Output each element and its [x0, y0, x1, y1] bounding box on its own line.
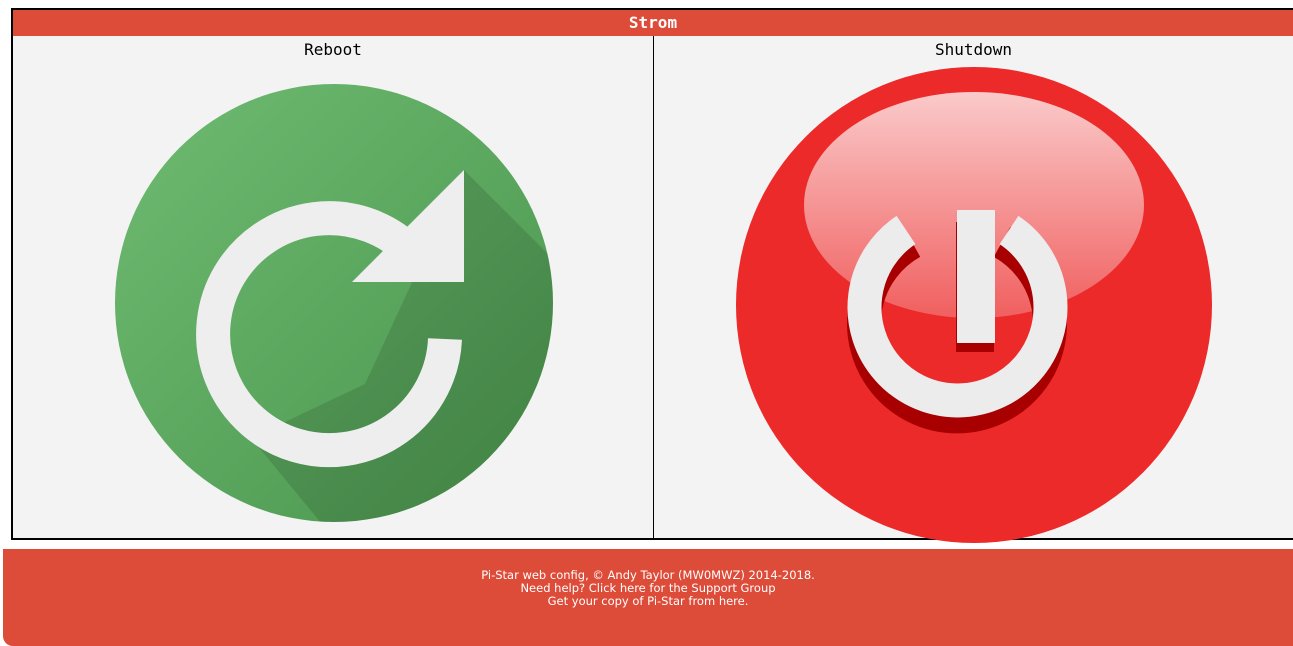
shutdown-column: Shutdown [654, 36, 1293, 543]
reboot-button[interactable] [115, 84, 553, 522]
reboot-label: Reboot [304, 40, 362, 59]
shutdown-button[interactable] [736, 67, 1212, 543]
power-table: Strom Reboot Shutdown [11, 8, 1293, 543]
section-header: Strom [13, 10, 1293, 36]
power-options: Reboot Shutdown [13, 36, 1293, 543]
footer: Pi-Star web config, © Andy Taylor (MW0MW… [3, 549, 1293, 646]
shutdown-label: Shutdown [934, 40, 1013, 59]
footer-download-link[interactable]: Get your copy of Pi-Star from here. [3, 595, 1293, 608]
reboot-column: Reboot [13, 36, 654, 538]
